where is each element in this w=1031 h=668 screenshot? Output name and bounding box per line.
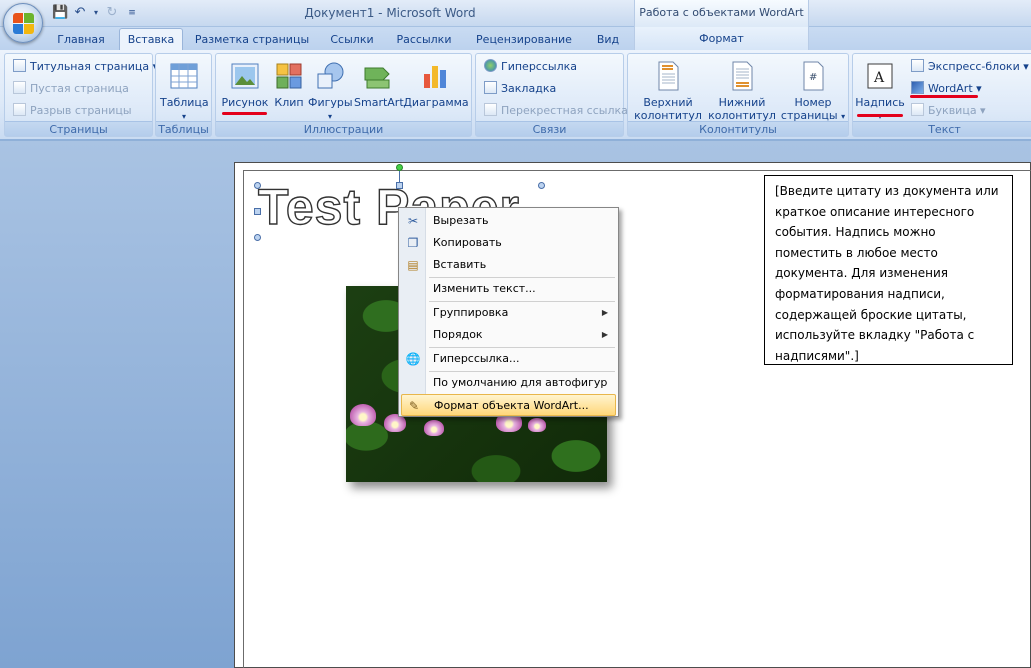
clipart-icon xyxy=(276,63,302,89)
ribbon-tabs: Главная Вставка Разметка страницы Ссылки… xyxy=(0,27,1031,50)
page-margin-left xyxy=(243,170,244,668)
clip-button[interactable]: Клип xyxy=(272,60,306,109)
group-label-links: Связи xyxy=(476,121,623,136)
cross-reference-icon xyxy=(484,103,497,116)
contextual-tab-title: Работа с объектами WordArt xyxy=(634,0,809,27)
group-label-illustrations: Иллюстрации xyxy=(216,121,471,136)
table-button[interactable]: Таблица ▾ xyxy=(160,60,209,123)
group-pages: Титульная страница ▾ Пустая страница Раз… xyxy=(4,53,158,137)
page-break-button[interactable]: Разрыв страницы xyxy=(13,102,132,120)
shapes-icon xyxy=(317,62,344,89)
flower-shape xyxy=(350,404,376,426)
resize-handle-bottom-left[interactable] xyxy=(254,234,261,241)
tab-review[interactable]: Рецензирование xyxy=(468,31,580,50)
tab-home[interactable]: Главная xyxy=(52,31,110,50)
flower-shape xyxy=(528,418,546,432)
page-break-icon xyxy=(13,103,26,116)
menu-item-format-wordart[interactable]: ✎ Формат объекта WordArt... xyxy=(401,394,616,416)
menu-item-paste[interactable]: ▤ Вставить xyxy=(401,254,616,276)
quick-parts-button[interactable]: Экспресс-блоки ▾ xyxy=(911,58,1029,76)
dropcap-button[interactable]: Буквица ▾ xyxy=(911,102,986,120)
group-label-text: Текст xyxy=(853,121,1031,136)
tab-view[interactable]: Вид xyxy=(590,31,626,50)
submenu-arrow-icon: ▶ xyxy=(601,330,608,339)
hyperlink-button[interactable]: Гиперссылка xyxy=(484,58,577,76)
title-bar: 💾 ↶ ▾ ↻ ≡ Документ1 - Microsoft Word Раб… xyxy=(0,0,1031,27)
annotation-underline-picture xyxy=(222,112,267,115)
flower-shape xyxy=(424,420,444,436)
hyperlink-icon: 🌐 xyxy=(405,352,421,366)
group-label-header-footer: Колонтитулы xyxy=(628,121,848,136)
menu-item-edit-text[interactable]: Изменить текст... xyxy=(401,278,616,300)
group-label-pages: Страницы xyxy=(5,121,152,136)
tab-references[interactable]: Ссылки xyxy=(322,31,382,50)
dropcap-icon xyxy=(911,103,924,116)
annotation-underline-textbox xyxy=(857,114,903,117)
page-number-button[interactable]: # Номер страницы ▾ xyxy=(778,60,848,123)
scissors-icon: ✂ xyxy=(407,214,419,228)
menu-item-order[interactable]: Порядок ▶ xyxy=(401,324,616,346)
hyperlink-icon xyxy=(484,59,497,72)
menu-item-set-default-autoshape[interactable]: По умолчанию для автофигур xyxy=(401,372,616,394)
cover-page-icon xyxy=(13,59,26,72)
blank-page-icon xyxy=(13,81,26,94)
group-illustrations: Рисунок Клип Фигуры ▾ SmartArt Диаграмма… xyxy=(215,53,472,137)
chart-button[interactable]: Диаграмма xyxy=(403,60,469,109)
resize-handle-top[interactable] xyxy=(396,182,403,189)
tab-insert[interactable]: Вставка xyxy=(119,28,183,50)
cover-page-button[interactable]: Титульная страница ▾ xyxy=(13,58,158,76)
copy-icon: ❐ xyxy=(407,236,419,250)
tab-page-layout[interactable]: Разметка страницы xyxy=(192,31,312,50)
context-menu: ✂ Вырезать ❐ Копировать ▤ Вставить Измен… xyxy=(398,207,619,417)
chart-icon xyxy=(424,66,446,88)
menu-item-cut[interactable]: ✂ Вырезать xyxy=(401,210,616,232)
smartart-icon xyxy=(364,67,390,89)
group-header-footer: Верхнийколонтитул ▾ Нижнийколонтитул ▾ #… xyxy=(627,53,849,137)
menu-item-grouping[interactable]: Группировка ▶ xyxy=(401,302,616,324)
quote-textbox[interactable]: [Введите цитату из документа или краткое… xyxy=(764,175,1013,365)
office-logo-icon xyxy=(13,13,35,35)
footer-icon xyxy=(732,61,753,91)
wordart-icon xyxy=(911,81,924,94)
shapes-button[interactable]: Фигуры ▾ xyxy=(308,60,353,123)
group-links: Гиперссылка Закладка Перекрестная ссылка… xyxy=(475,53,628,137)
format-wordart-icon: ✎ xyxy=(408,399,420,413)
office-button[interactable] xyxy=(3,3,43,43)
smartart-button[interactable]: SmartArt xyxy=(354,60,404,109)
picture-button[interactable]: Рисунок xyxy=(220,60,270,109)
group-label-tables: Таблицы xyxy=(156,121,211,136)
cross-reference-button[interactable]: Перекрестная ссылка xyxy=(484,102,628,120)
header-icon xyxy=(658,61,679,91)
tab-format[interactable]: Формат xyxy=(634,27,809,50)
bookmark-button[interactable]: Закладка xyxy=(484,80,556,98)
page-margin-top xyxy=(243,170,1031,171)
tab-mailings[interactable]: Рассылки xyxy=(392,31,456,50)
menu-item-hyperlink[interactable]: 🌐 Гиперссылка... xyxy=(401,348,616,370)
page-number-icon: # xyxy=(803,61,824,91)
menu-item-copy[interactable]: ❐ Копировать xyxy=(401,232,616,254)
picture-icon xyxy=(231,63,259,89)
resize-handle-top-left[interactable] xyxy=(254,182,261,189)
quick-parts-icon xyxy=(911,59,924,72)
annotation-underline-wordart xyxy=(910,95,978,98)
svg-text:A: A xyxy=(873,70,885,86)
blank-page-button[interactable]: Пустая страница xyxy=(13,80,129,98)
svg-text:#: # xyxy=(809,72,817,83)
resize-handle-left[interactable] xyxy=(254,208,261,215)
bookmark-icon xyxy=(484,81,497,94)
textbox-icon: A xyxy=(867,63,893,89)
table-icon xyxy=(170,63,198,89)
resize-handle-top-right[interactable] xyxy=(538,182,545,189)
submenu-arrow-icon: ▶ xyxy=(601,308,608,317)
rotation-handle[interactable] xyxy=(396,164,403,171)
group-tables: Таблица ▾ Таблицы xyxy=(155,53,212,137)
paste-icon: ▤ xyxy=(407,258,419,272)
ribbon: Титульная страница ▾ Пустая страница Раз… xyxy=(0,50,1031,140)
